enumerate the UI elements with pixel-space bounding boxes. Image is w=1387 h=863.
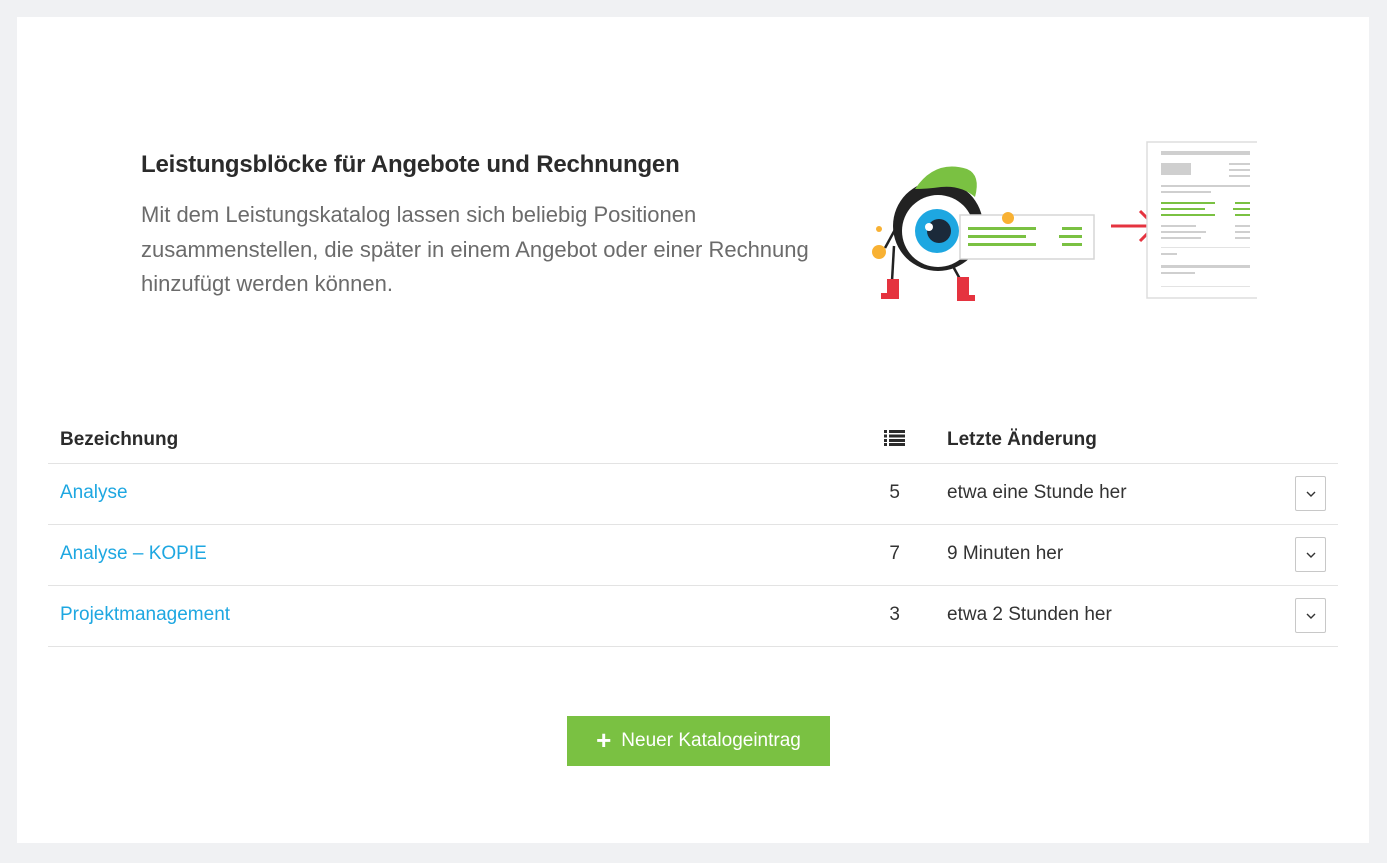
entry-count: 7	[889, 543, 900, 564]
entry-last-change: etwa 2 Stunden her	[947, 604, 1112, 625]
mascot-eye-highlight	[925, 223, 933, 231]
entry-last-change: 9 Minuten her	[947, 543, 1064, 564]
table-row: Projektmanagement 3 etwa 2 Stunden her	[48, 586, 1338, 647]
row-menu-button[interactable]	[1295, 537, 1326, 572]
new-catalog-entry-button[interactable]: + Neuer Katalogeintrag	[567, 716, 830, 766]
hero-title: Leistungsblöcke für Angebote und Rechnun…	[141, 151, 680, 178]
mascot-boot-left	[881, 279, 899, 299]
catalog-entry-link[interactable]: Analyse – KOPIE	[60, 543, 207, 565]
chevron-down-icon	[1306, 491, 1315, 497]
hero-description: Mit dem Leistungskatalog lassen sich bel…	[141, 202, 809, 296]
entry-last-change: etwa eine Stunde her	[947, 482, 1127, 503]
table-row: Analyse 5 etwa eine Stunde her	[48, 464, 1338, 525]
mascot-boot-right	[957, 277, 975, 301]
catalog-table: Bezeichnung Letzte Änderung Analyse 5 et…	[48, 419, 1338, 647]
column-header-last-change: Letzte Änderung	[947, 429, 1097, 450]
chevron-down-icon	[1306, 613, 1315, 619]
mascot-hand-right	[1002, 212, 1014, 224]
list-icon	[884, 430, 905, 452]
catalog-entry-link[interactable]: Analyse	[60, 482, 128, 504]
plus-icon: +	[596, 724, 612, 755]
table-row: Analyse – KOPIE 7 9 Minuten her	[48, 525, 1338, 586]
catalog-illustration	[872, 141, 1257, 301]
row-menu-button[interactable]	[1295, 598, 1326, 633]
catalog-card: Leistungsblöcke für Angebote und Rechnun…	[17, 17, 1369, 843]
entry-count: 3	[889, 604, 900, 625]
mascot-hand-left	[872, 245, 886, 259]
column-header-name: Bezeichnung	[60, 429, 179, 450]
chevron-down-icon	[1306, 552, 1315, 558]
table-header: Bezeichnung Letzte Änderung	[48, 419, 1338, 464]
row-menu-button[interactable]	[1295, 476, 1326, 511]
new-catalog-entry-label: Neuer Katalogeintrag	[621, 730, 801, 751]
mascot-finger	[876, 226, 882, 232]
mascot-leg-left	[890, 245, 896, 282]
mascot-pupil	[927, 219, 951, 243]
entry-count: 5	[889, 482, 900, 503]
catalog-entry-link[interactable]: Projektmanagement	[60, 604, 230, 626]
